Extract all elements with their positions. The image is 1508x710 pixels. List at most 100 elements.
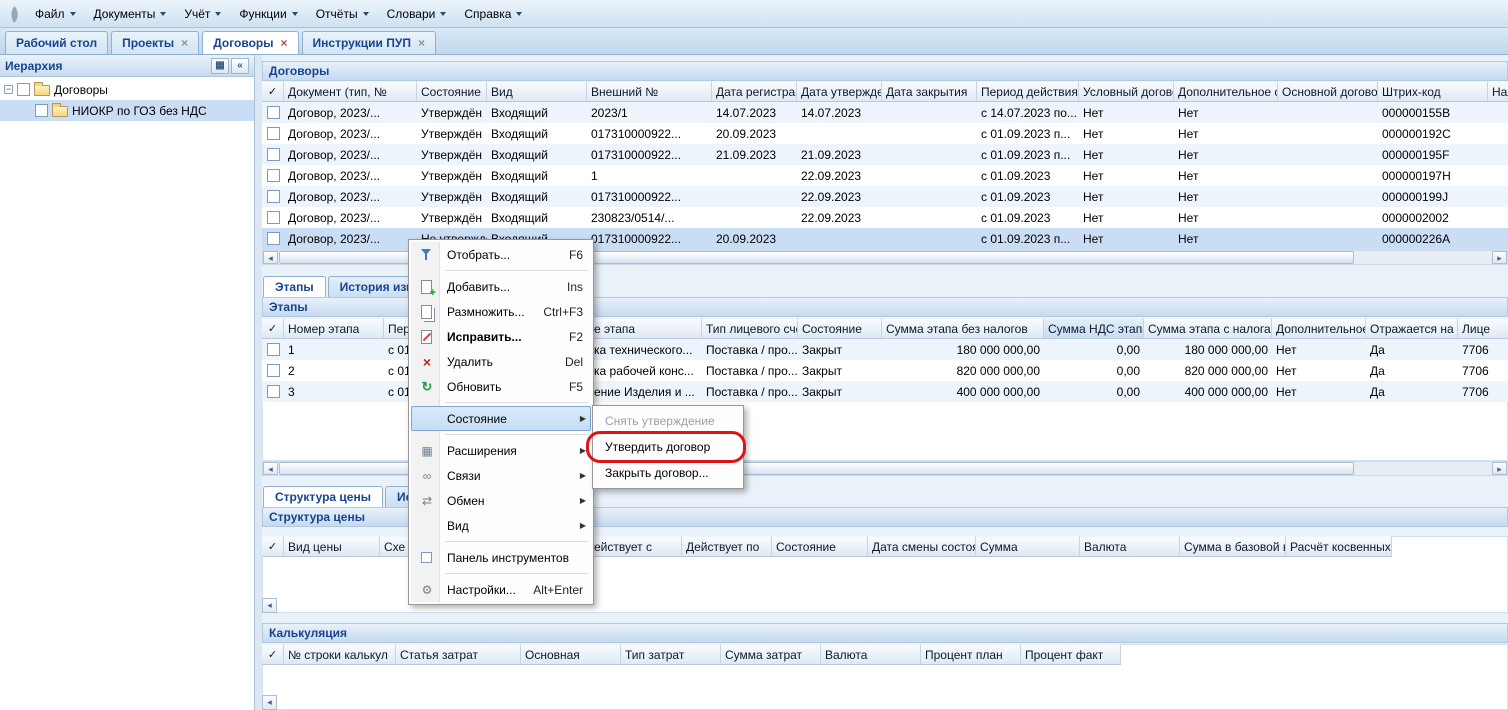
menu-help[interactable]: Справка <box>455 3 531 25</box>
menu-add[interactable]: Добавить...Ins <box>411 274 591 299</box>
menu-reports[interactable]: Отчёты <box>307 3 378 25</box>
contract-row[interactable]: Договор, 2023/...УтверждёнВходящий017310… <box>262 144 1508 165</box>
column-header[interactable]: Состояние <box>417 81 487 102</box>
column-header[interactable]: Сумма этапа с налогами <box>1144 318 1272 339</box>
row-checkbox[interactable] <box>267 364 280 377</box>
column-header[interactable]: Валюта <box>821 644 921 665</box>
column-header[interactable]: Статья затрат <box>396 644 521 665</box>
price-scroll-left-icon[interactable]: ◂ <box>262 598 277 613</box>
tiles-icon[interactable]: ▦ <box>211 58 229 74</box>
menu-approve-contract[interactable]: Утвердить договор <box>595 434 741 460</box>
column-header[interactable]: № строки калькул <box>284 644 396 665</box>
row-checkbox[interactable] <box>267 169 280 182</box>
tree-item-niokr[interactable]: НИОКР по ГОЗ без НДС <box>0 100 254 121</box>
column-header[interactable]: Основной договор <box>1278 81 1378 102</box>
select-all-header[interactable]: ✓ <box>262 318 284 339</box>
row-checkbox[interactable] <box>267 127 280 140</box>
column-header[interactable]: Вид <box>487 81 587 102</box>
column-header[interactable]: Дополнительное с <box>1174 81 1278 102</box>
row-checkbox[interactable] <box>267 385 280 398</box>
column-header[interactable]: Дата смены состоя <box>868 536 976 557</box>
row-checkbox[interactable] <box>267 106 280 119</box>
tree-checkbox[interactable] <box>35 104 48 117</box>
column-header[interactable]: Дата утверждения <box>797 81 882 102</box>
select-all-header[interactable]: ✓ <box>262 81 284 102</box>
row-checkbox[interactable] <box>267 211 280 224</box>
column-header[interactable]: Дата закрытия <box>882 81 977 102</box>
menu-state[interactable]: Состояние▶ <box>411 406 591 431</box>
menu-file[interactable]: Файл <box>26 3 85 25</box>
tab-close-icon[interactable]: × <box>281 38 288 48</box>
row-checkbox[interactable] <box>267 343 280 356</box>
menu-view[interactable]: Вид▶ <box>411 513 591 538</box>
menu-edit[interactable]: Исправить...F2 <box>411 324 591 349</box>
tree-checkbox[interactable] <box>17 83 30 96</box>
row-checkbox[interactable] <box>267 232 280 245</box>
column-header[interactable]: Документ (тип, № <box>284 81 417 102</box>
contract-row[interactable]: Договор, 2023/...УтверждёнВходящий122.09… <box>262 165 1508 186</box>
column-header[interactable]: Внешний № <box>587 81 712 102</box>
menu-settings[interactable]: ⚙Настройки...Alt+Enter <box>411 577 591 602</box>
menu-functions[interactable]: Функции <box>230 3 306 25</box>
scroll-right-icon[interactable]: ▸ <box>1492 251 1507 264</box>
menu-documents[interactable]: Документы <box>85 3 176 25</box>
column-header[interactable]: Сумма затрат <box>721 644 821 665</box>
tab-price-structure[interactable]: Структура цены <box>263 486 383 507</box>
menu-accounting[interactable]: Учёт <box>175 3 230 25</box>
tab-contracts[interactable]: Договоры× <box>202 31 298 54</box>
menu-remove-approval[interactable]: Снять утверждение <box>595 408 741 434</box>
column-header[interactable]: Основная <box>521 644 621 665</box>
column-header[interactable]: Состояние <box>798 318 882 339</box>
select-all-header[interactable]: ✓ <box>262 536 284 557</box>
column-header[interactable]: Сумма этапа без налогов <box>882 318 1044 339</box>
column-header[interactable]: Процент план <box>921 644 1021 665</box>
menu-delete[interactable]: ×УдалитьDel <box>411 349 591 374</box>
column-header[interactable]: е этапа <box>590 318 702 339</box>
column-header[interactable]: Сумма НДС этапа <box>1044 318 1144 339</box>
menu-duplicate[interactable]: Размножить...Ctrl+F3 <box>411 299 591 324</box>
menu-extensions[interactable]: ▦Расширения▶ <box>411 438 591 463</box>
tab-pup-instructions[interactable]: Инструкции ПУП× <box>302 31 436 54</box>
contract-row[interactable]: Договор, 2023/...УтверждёнВходящий017310… <box>262 123 1508 144</box>
collapse-left-icon[interactable]: « <box>231 58 249 74</box>
column-header[interactable]: Сумма <box>976 536 1080 557</box>
contract-row[interactable]: Договор, 2023/...УтверждёнВходящий2023/1… <box>262 102 1508 123</box>
scroll-left-icon[interactable]: ◂ <box>263 251 278 264</box>
column-header[interactable]: Вид цены <box>284 536 380 557</box>
column-header[interactable]: Отражается на су <box>1366 318 1458 339</box>
row-checkbox[interactable] <box>267 190 280 203</box>
tree-expander-icon[interactable]: − <box>4 85 13 94</box>
contract-row[interactable]: Договор, 2023/...УтверждёнВходящий017310… <box>262 186 1508 207</box>
menu-links[interactable]: ∞Связи▶ <box>411 463 591 488</box>
menu-dictionaries[interactable]: Словари <box>378 3 456 25</box>
contract-row[interactable]: Договор, 2023/...УтверждёнВходящий230823… <box>262 207 1508 228</box>
menu-refresh[interactable]: ↻ОбновитьF5 <box>411 374 591 399</box>
column-header[interactable]: Валюта <box>1080 536 1180 557</box>
menu-toolbar[interactable]: Панель инструментов <box>411 545 591 570</box>
column-header[interactable]: Номер этапа <box>284 318 384 339</box>
calc-scroll-left-icon[interactable]: ◂ <box>262 695 277 710</box>
tab-desktop[interactable]: Рабочий стол <box>5 31 108 54</box>
scroll-track[interactable] <box>1355 251 1492 264</box>
column-header[interactable]: Состояние <box>772 536 868 557</box>
column-header[interactable]: Дата регистрации <box>712 81 797 102</box>
column-header[interactable]: Дополнительное с <box>1272 318 1366 339</box>
scroll-track[interactable] <box>1355 462 1492 475</box>
column-header[interactable]: Процент факт <box>1021 644 1121 665</box>
scroll-left-icon[interactable]: ◂ <box>263 462 278 475</box>
menu-close-contract[interactable]: Закрыть договор... <box>595 460 741 486</box>
column-header[interactable]: Период действия <box>977 81 1079 102</box>
tab-projects[interactable]: Проекты× <box>111 31 199 54</box>
menu-exchange[interactable]: ⇄Обмен▶ <box>411 488 591 513</box>
column-header[interactable]: Условный договор <box>1079 81 1174 102</box>
scroll-right-icon[interactable]: ▸ <box>1492 462 1507 475</box>
splitter[interactable] <box>255 55 262 710</box>
select-all-header[interactable]: ✓ <box>262 644 284 665</box>
tree-item-contracts[interactable]: −Договоры <box>0 79 254 100</box>
tab-close-icon[interactable]: × <box>181 38 188 48</box>
column-header[interactable]: ействует с <box>590 536 682 557</box>
column-header[interactable]: Лице <box>1458 318 1508 339</box>
column-header[interactable]: Штрих-код <box>1378 81 1488 102</box>
row-checkbox[interactable] <box>267 148 280 161</box>
menu-filter[interactable]: Отобрать...F6 <box>411 242 591 267</box>
